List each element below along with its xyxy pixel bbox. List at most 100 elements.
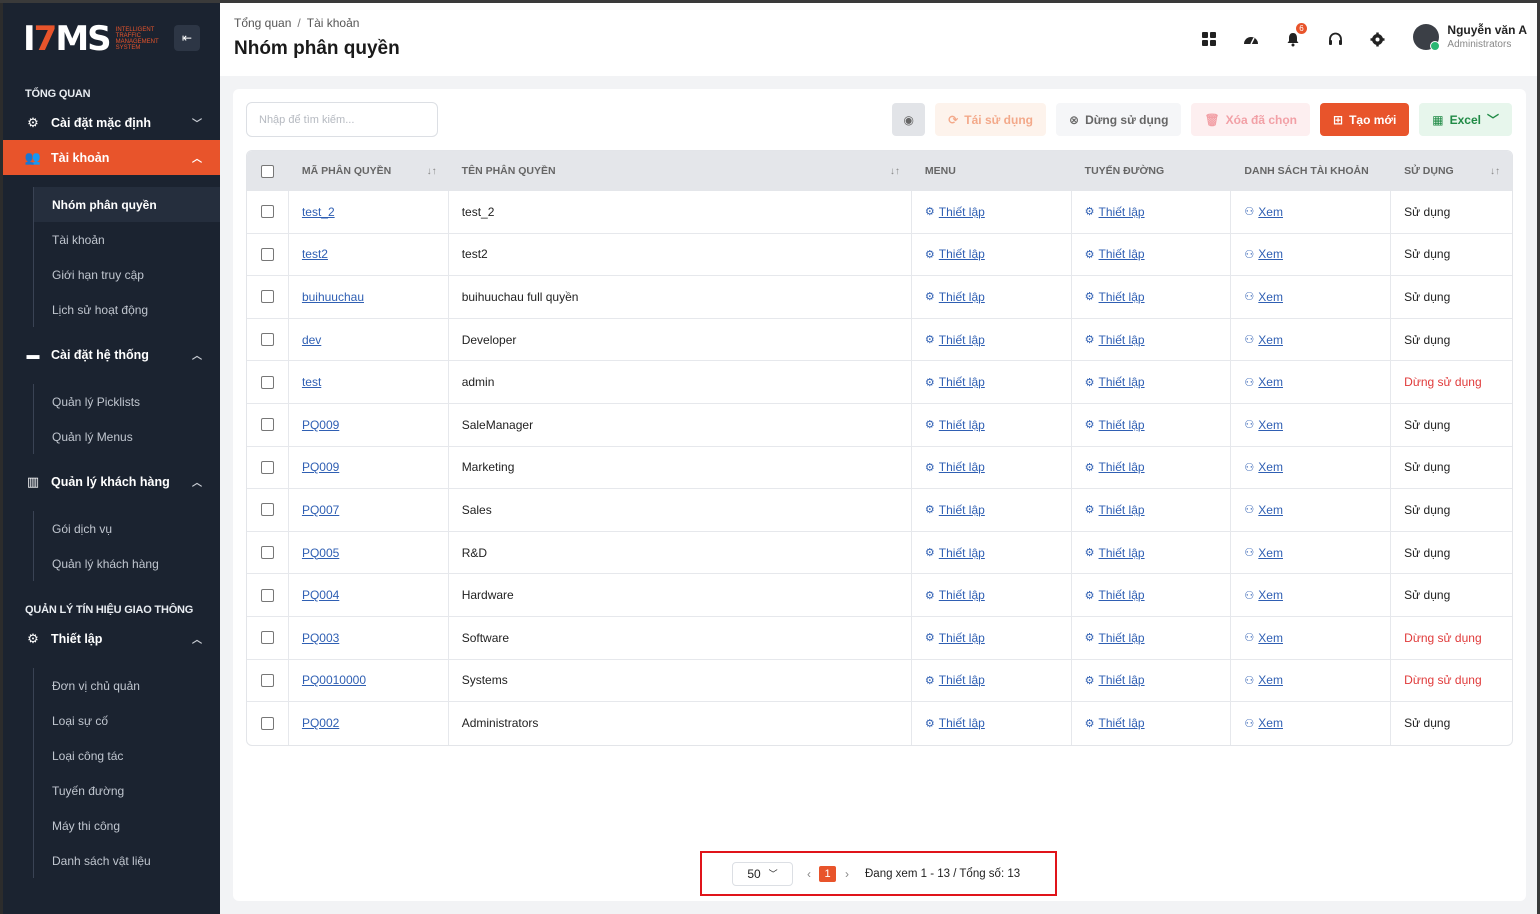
view-accounts-link[interactable]: ⚇ Xem <box>1244 290 1283 304</box>
view-accounts-link[interactable]: ⚇ Xem <box>1244 205 1283 219</box>
permission-code-link[interactable]: PQ007 <box>302 503 339 517</box>
toggle-columns-button[interactable]: ◉ <box>892 103 926 136</box>
row-checkbox[interactable] <box>260 588 274 602</box>
prev-page-button[interactable]: ‹ <box>807 867 811 881</box>
menu-setup-link[interactable]: ⚙ Thiết lập <box>925 588 985 602</box>
permission-code-link[interactable]: PQ009 <box>302 460 339 474</box>
permission-code-link[interactable]: PQ003 <box>302 631 339 645</box>
headset-icon[interactable] <box>1325 29 1345 49</box>
sidebar-item-menus[interactable]: Quản lý Menus <box>34 419 220 454</box>
row-checkbox[interactable] <box>260 460 274 474</box>
routes-setup-link[interactable]: ⚙ Thiết lập <box>1085 460 1145 474</box>
view-accounts-link[interactable]: ⚇ Xem <box>1244 460 1283 474</box>
view-accounts-link[interactable]: ⚇ Xem <box>1244 333 1283 347</box>
menu-setup-link[interactable]: ⚙ Thiết lập <box>925 460 985 474</box>
collapse-sidebar-button[interactable]: ⇤ <box>174 25 200 51</box>
routes-setup-link[interactable]: ⚙ Thiết lập <box>1085 588 1145 602</box>
column-header-status[interactable]: SỬ DỤNG ↓↑ <box>1391 151 1512 191</box>
routes-setup-link[interactable]: ⚙ Thiết lập <box>1085 418 1145 432</box>
bell-icon[interactable]: 6 <box>1283 23 1307 49</box>
menu-setup-link[interactable]: ⚙ Thiết lập <box>925 418 985 432</box>
create-new-button[interactable]: ⊞ Tạo mới <box>1320 103 1410 136</box>
menu-setup-link[interactable]: ⚙ Thiết lập <box>925 716 985 730</box>
permission-code-link[interactable]: PQ004 <box>302 588 339 602</box>
row-checkbox[interactable] <box>260 418 274 432</box>
routes-setup-link[interactable]: ⚙ Thiết lập <box>1085 546 1145 560</box>
delete-selected-button[interactable]: 🗑 Xóa đã chọn <box>1191 103 1311 136</box>
permission-code-link[interactable]: dev <box>302 333 321 347</box>
reuse-button[interactable]: ⟳ Tái sử dụng <box>935 103 1046 136</box>
menu-setup-link[interactable]: ⚙ Thiết lập <box>925 333 985 347</box>
sidebar-group-system-settings[interactable]: ▬ Cài đặt hệ thống ︿ <box>3 337 220 372</box>
view-accounts-link[interactable]: ⚇ Xem <box>1244 673 1283 687</box>
view-accounts-link[interactable]: ⚇ Xem <box>1244 503 1283 517</box>
sidebar-item-work-type[interactable]: Loại công tác <box>34 738 220 773</box>
sidebar-item-customer-management[interactable]: Quản lý khách hàng <box>34 546 220 581</box>
permission-code-link[interactable]: test_2 <box>302 205 335 219</box>
row-checkbox[interactable] <box>260 716 274 730</box>
sort-icon[interactable]: ↓↑ <box>427 166 437 177</box>
permission-code-link[interactable]: buihuuchau <box>302 290 364 304</box>
menu-setup-link[interactable]: ⚙ Thiết lập <box>925 546 985 560</box>
view-accounts-link[interactable]: ⚇ Xem <box>1244 631 1283 645</box>
menu-setup-link[interactable]: ⚙ Thiết lập <box>925 375 985 389</box>
menu-setup-link[interactable]: ⚙ Thiết lập <box>925 290 985 304</box>
breadcrumb-home-link[interactable]: Tổng quan <box>234 16 291 30</box>
excel-export-button[interactable]: ▦ Excel ﹀ <box>1419 103 1512 136</box>
view-accounts-link[interactable]: ⚇ Xem <box>1244 716 1283 730</box>
sidebar-item-permission-groups[interactable]: Nhóm phân quyền <box>34 187 220 222</box>
row-checkbox[interactable] <box>260 673 274 687</box>
current-page-button[interactable]: 1 <box>819 865 836 882</box>
permission-code-link[interactable]: PQ009 <box>302 418 339 432</box>
page-size-select[interactable]: 50 ﹀ <box>732 861 793 886</box>
routes-setup-link[interactable]: ⚙ Thiết lập <box>1085 290 1145 304</box>
sidebar-item-incident-type[interactable]: Loại sự cố <box>34 703 220 738</box>
menu-setup-link[interactable]: ⚙ Thiết lập <box>925 205 985 219</box>
sidebar-item-routes[interactable]: Tuyến đường <box>34 773 220 808</box>
routes-setup-link[interactable]: ⚙ Thiết lập <box>1085 375 1145 389</box>
search-input[interactable] <box>246 102 438 137</box>
dashboard-gauge-icon[interactable] <box>1241 29 1261 49</box>
menu-setup-link[interactable]: ⚙ Thiết lập <box>925 631 985 645</box>
apps-grid-icon[interactable] <box>1199 29 1219 49</box>
permission-code-link[interactable]: PQ002 <box>302 716 339 730</box>
row-checkbox[interactable] <box>260 333 274 347</box>
row-checkbox[interactable] <box>260 205 274 219</box>
settings-gear-icon[interactable] <box>1367 29 1387 49</box>
view-accounts-link[interactable]: ⚇ Xem <box>1244 588 1283 602</box>
row-checkbox[interactable] <box>260 631 274 645</box>
sidebar-item-managing-unit[interactable]: Đơn vị chủ quản <box>34 668 220 703</box>
permission-code-link[interactable]: PQ005 <box>302 546 339 560</box>
permission-code-link[interactable]: PQ0010000 <box>302 673 366 687</box>
routes-setup-link[interactable]: ⚙ Thiết lập <box>1085 247 1145 261</box>
sidebar-item-accounts[interactable]: Tài khoản <box>34 222 220 257</box>
view-accounts-link[interactable]: ⚇ Xem <box>1244 375 1283 389</box>
sidebar-group-customers[interactable]: ▥ Quản lý khách hàng ︿ <box>3 464 220 499</box>
column-header-code[interactable]: MÃ PHÂN QUYỀN ↓↑ <box>289 151 449 191</box>
row-checkbox[interactable] <box>260 290 274 304</box>
permission-code-link[interactable]: test <box>302 375 321 389</box>
view-accounts-link[interactable]: ⚇ Xem <box>1244 418 1283 432</box>
routes-setup-link[interactable]: ⚙ Thiết lập <box>1085 503 1145 517</box>
sidebar-group-accounts[interactable]: 👥 Tài khoản ︿ <box>3 140 220 175</box>
menu-setup-link[interactable]: ⚙ Thiết lập <box>925 503 985 517</box>
routes-setup-link[interactable]: ⚙ Thiết lập <box>1085 631 1145 645</box>
view-accounts-link[interactable]: ⚇ Xem <box>1244 247 1283 261</box>
sort-icon[interactable]: ↓↑ <box>890 166 900 177</box>
row-checkbox[interactable] <box>260 375 274 389</box>
sort-icon[interactable]: ↓↑ <box>1490 166 1500 177</box>
stop-using-button[interactable]: ⊗ Dừng sử dụng <box>1056 103 1182 136</box>
view-accounts-link[interactable]: ⚇ Xem <box>1244 546 1283 560</box>
row-checkbox[interactable] <box>260 247 274 261</box>
routes-setup-link[interactable]: ⚙ Thiết lập <box>1085 673 1145 687</box>
next-page-button[interactable]: › <box>845 867 849 881</box>
column-header-name[interactable]: TÊN PHÂN QUYỀN ↓↑ <box>449 151 912 191</box>
routes-setup-link[interactable]: ⚙ Thiết lập <box>1085 333 1145 347</box>
row-checkbox[interactable] <box>260 503 274 517</box>
sidebar-group-default-settings[interactable]: ⚙ Cài đặt mặc định ﹀ <box>3 105 220 140</box>
user-menu[interactable]: Nguyễn văn A Administrators <box>1413 23 1527 51</box>
routes-setup-link[interactable]: ⚙ Thiết lập <box>1085 205 1145 219</box>
sidebar-group-setup[interactable]: ⚙ Thiết lập ︿ <box>3 621 220 656</box>
sidebar-item-access-limits[interactable]: Giới hạn truy cập <box>34 257 220 292</box>
sidebar-item-machinery[interactable]: Máy thi công <box>34 808 220 843</box>
